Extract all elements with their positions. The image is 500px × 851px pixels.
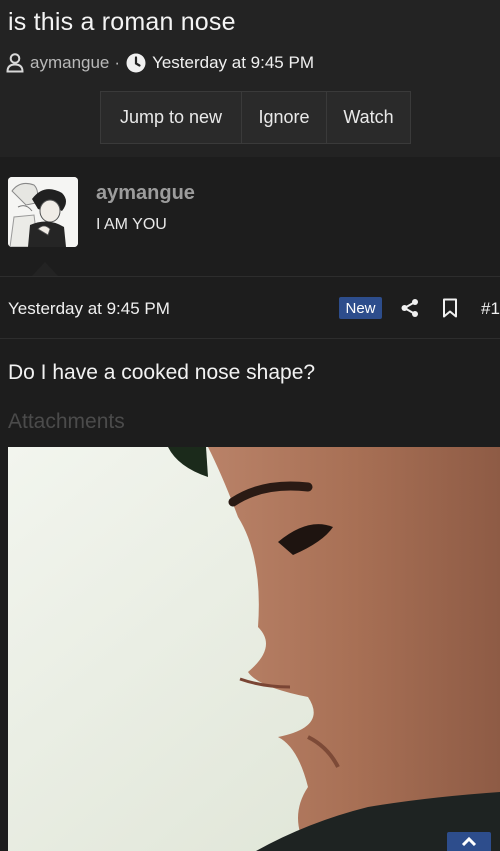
divider <box>0 338 500 339</box>
thread-meta: aymangue · Yesterday at 9:45 PM <box>6 51 314 75</box>
chevron-up-icon <box>461 833 477 851</box>
thread-author-link[interactable]: aymangue <box>30 53 109 73</box>
bookmark-icon[interactable] <box>441 298 459 323</box>
thread-date-link[interactable]: Yesterday at 9:45 PM <box>152 53 314 73</box>
new-badge: New <box>339 297 382 319</box>
user-title: I AM YOU <box>96 216 167 233</box>
meta-separator: · <box>114 53 121 72</box>
post-date-link[interactable]: Yesterday at 9:45 PM <box>8 299 170 319</box>
post: aymangue I AM YOU Yesterday at 9:45 PM N… <box>0 157 500 851</box>
share-icon[interactable] <box>400 298 420 323</box>
post-body: Do I have a cooked nose shape? <box>8 361 316 384</box>
clock-icon <box>126 53 146 73</box>
post-username[interactable]: aymangue <box>96 182 195 205</box>
thread-title: is this a roman nose <box>8 8 236 36</box>
ignore-button[interactable]: Ignore <box>242 92 327 143</box>
scroll-to-top-button[interactable] <box>447 832 491 851</box>
user-icon <box>6 53 24 73</box>
jump-to-new-button[interactable]: Jump to new <box>101 92 242 143</box>
avatar[interactable] <box>8 177 78 247</box>
thread-actions: Jump to new Ignore Watch <box>100 91 411 144</box>
post-number-link[interactable]: #1 <box>481 299 500 319</box>
thread-header: is this a roman nose aymangue · Yesterda… <box>0 0 500 157</box>
divider <box>0 276 500 277</box>
attachment-image[interactable] <box>8 447 500 851</box>
attachments-label: Attachments <box>8 410 125 433</box>
watch-button[interactable]: Watch <box>327 92 410 143</box>
user-block-arrow <box>32 262 58 276</box>
